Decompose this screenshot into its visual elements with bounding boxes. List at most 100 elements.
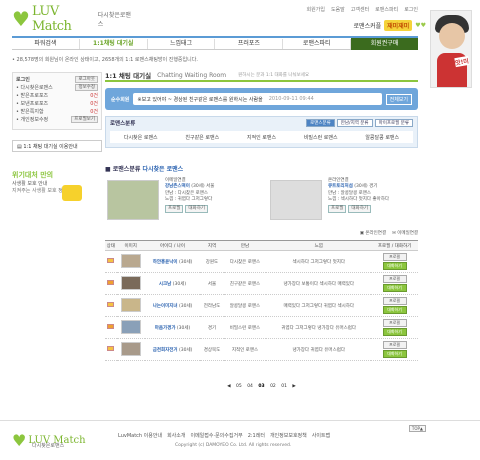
profile-button[interactable]: 프로필 bbox=[328, 205, 347, 214]
member-thumb[interactable] bbox=[120, 275, 141, 290]
chat-guide-link[interactable]: ▤ 1:1 채팅 대기실 이용안내 bbox=[12, 140, 102, 152]
member-thumb[interactable] bbox=[120, 297, 141, 312]
sidebar-line-0[interactable]: • 다시찾은로맨스 bbox=[16, 84, 53, 92]
nav-power-search[interactable]: 파워검색 bbox=[12, 38, 80, 49]
table-row[interactable]: 마음가경가 (30세) 경기 비밀스런 로맨스 귀엽다 그저그렇다 냉가장다 유… bbox=[105, 316, 418, 339]
category-item[interactable]: 지적인 로맨스 bbox=[247, 134, 276, 141]
sidebar-line-1[interactable]: • 받은프로포즈 bbox=[16, 92, 48, 100]
nav-membership[interactable]: 회원권구매 bbox=[351, 37, 418, 50]
member-nick[interactable]: 나는이미지녀 bbox=[153, 304, 178, 309]
table-row[interactable]: 나는이미지녀 (30세) 전라남도 알콩달콩 로맨스 매력있다 그저그렇다 귀엽… bbox=[105, 294, 418, 317]
live-message: ※보고 있어야 ~ 경상된 친구같은 로맨스를 원하시는 사람을 bbox=[137, 96, 263, 103]
section-heading: ■ 로맨스분류 다시찾은 로맨스 bbox=[105, 164, 183, 173]
profile-photo[interactable] bbox=[107, 180, 159, 220]
sidebar-line-3[interactable]: • 받은쪽지함 bbox=[16, 108, 44, 116]
profile-button[interactable]: 프로필 bbox=[382, 341, 407, 349]
section-square-icon: ■ bbox=[105, 166, 113, 173]
promo-banner[interactable]: 로맨스커플 재미재미 ♥♥ bbox=[354, 20, 426, 31]
live-more-button[interactable]: 전체보기 bbox=[385, 93, 412, 105]
member-table: 상태 이미지 아이디 / 나이 지역 만남 느낌 프로필 / 대화하기 하얀홍윤… bbox=[105, 240, 418, 361]
sidebar-line-2[interactable]: • 보낸프로포즈 bbox=[16, 100, 48, 108]
member-meet: 지적인 로맨스 bbox=[223, 338, 267, 361]
privacy-promo-small: 지켜주는 사생활 보호 정책 bbox=[12, 188, 68, 194]
prev-page-icon[interactable]: ◀ bbox=[227, 384, 230, 389]
profile-button[interactable]: 프로필 bbox=[382, 275, 407, 283]
top-nav-login[interactable]: 로그인 bbox=[404, 6, 418, 13]
chat-button[interactable]: 대화하기 bbox=[382, 306, 407, 314]
brand-logo[interactable]: ♥ LUV Match 다시찾은로맨스 bbox=[12, 4, 132, 34]
privacy-promo-line: 사생활 보호 안내 bbox=[12, 181, 48, 187]
privacy-promo[interactable]: 위기대처 만의 사생활 보호 안내 지켜주는 사생활 보호 정책 bbox=[12, 170, 102, 210]
nav-propose[interactable]: 프러포즈 bbox=[215, 38, 284, 49]
featured-card[interactable]: 온라인연결 큐트토리처섬 (30세) 경기 만남 : 알콩달콩 로맨스 느낌 :… bbox=[268, 178, 418, 224]
page-link[interactable]: 02 bbox=[270, 384, 276, 389]
category-title: 로맨스분류 bbox=[110, 121, 136, 127]
nav-chat-room[interactable]: 1:1채팅 대기실 bbox=[80, 38, 148, 49]
page-link[interactable]: 01 bbox=[281, 384, 287, 389]
profile-button[interactable]: 프로필 bbox=[382, 297, 407, 305]
card-region: 경기 bbox=[369, 184, 378, 190]
member-age: (30세) bbox=[176, 325, 191, 331]
category-item[interactable]: 알콩달콩 로맨스 bbox=[365, 134, 399, 141]
category-item[interactable]: 친구같은 로맨스 bbox=[185, 134, 219, 141]
tab-meeting-region[interactable]: 만남/지역 분류 bbox=[336, 119, 373, 127]
top-nav-party[interactable]: 로맨스파티 bbox=[375, 6, 398, 13]
next-page-icon[interactable]: ▶ bbox=[292, 384, 295, 389]
profile-button[interactable]: 프로필 bbox=[165, 205, 184, 214]
page-link[interactable]: 04 bbox=[247, 384, 253, 389]
nav-party[interactable]: 로맨스파티 bbox=[283, 38, 352, 49]
top-nav-help[interactable]: 도움말 bbox=[331, 6, 345, 13]
category-item[interactable]: 비밀스런 로맨스 bbox=[304, 134, 338, 141]
profile-photo[interactable] bbox=[270, 180, 322, 220]
back-to-top-button[interactable]: TOP▲ bbox=[408, 425, 426, 432]
view-profile-button[interactable]: 프로필보기 bbox=[71, 116, 98, 123]
table-row[interactable]: 시크남 (30세) 서울 친구같은 로맨스 냉가장다 보통이다 섹시하다 매력있… bbox=[105, 272, 418, 295]
member-thumb[interactable] bbox=[120, 253, 141, 268]
table-row[interactable]: 금천회자전거 (30세) 경상북도 지적인 로맨스 냉가장다 귀엽다 유머스럽다… bbox=[105, 338, 418, 361]
live-message-box[interactable]: ※보고 있어야 ~ 경상된 친구같은 로맨스를 원하시는 사람을 2010-09… bbox=[133, 93, 382, 105]
chat-button[interactable]: 대화하기 bbox=[382, 284, 407, 292]
live-time: 2010-09-11 09:44 bbox=[268, 96, 314, 102]
profile-button[interactable]: 프로필 bbox=[382, 253, 407, 261]
member-nick[interactable]: 하얀홍윤낙이 bbox=[153, 260, 178, 265]
top-nav-support[interactable]: 고객센터 bbox=[351, 6, 369, 13]
tab-romance[interactable]: 로맨스분류 bbox=[306, 119, 335, 127]
edit-profile-button[interactable]: 정보수정 bbox=[75, 84, 98, 91]
member-thumb[interactable] bbox=[120, 319, 141, 334]
tab-my-profile[interactable]: 마이프로필 분류 bbox=[374, 119, 413, 127]
online-status-icon bbox=[107, 302, 115, 307]
member-nick[interactable]: 금천회자전거 bbox=[153, 348, 178, 353]
chat-button[interactable]: 대화하기 bbox=[348, 205, 371, 214]
category-item[interactable]: 다시찾은 로맨스 bbox=[124, 134, 158, 141]
section-sub: 다시찾은 로맨스 bbox=[142, 166, 184, 173]
footer-logo[interactable]: ♥ LUV Match 다시찾은로맨스 bbox=[12, 428, 122, 452]
page-link[interactable]: 05 bbox=[236, 384, 242, 389]
chat-button[interactable]: 대화하기 bbox=[382, 328, 407, 336]
logout-button[interactable]: 로그아웃 bbox=[75, 76, 98, 83]
footer-link[interactable]: 회사소개 bbox=[167, 432, 185, 439]
card-nick[interactable]: 큐트토리처섬 bbox=[328, 184, 353, 189]
table-row[interactable]: 하얀홍윤낙이 (30세) 강원도 다시찾은 로맨스 섹시하다 그저그렇다 멋지다… bbox=[105, 250, 418, 273]
sidebar-line-4[interactable]: • 개인정보수정 bbox=[16, 116, 48, 124]
footer-link[interactable]: 개인정보보호정책 bbox=[270, 432, 307, 439]
nav-feel-tag[interactable]: 느낌태그 bbox=[148, 38, 216, 49]
member-nick[interactable]: 시크남 bbox=[159, 282, 171, 287]
top-nav-join[interactable]: 회원가입 bbox=[307, 6, 325, 13]
footer-link[interactable]: 2:1레터 bbox=[248, 432, 265, 439]
featured-cards: 이메일연결 강남츤스떡이 (30세) 서울 만남 : 다시찾은 로맨스 느낌 :… bbox=[105, 178, 418, 226]
card-nick[interactable]: 강남츤스떡이 bbox=[165, 184, 190, 189]
footer-link[interactable]: 사이트맵 bbox=[312, 432, 330, 439]
member-nick[interactable]: 마음가경가 bbox=[155, 326, 176, 331]
member-thumb[interactable] bbox=[120, 341, 141, 356]
featured-card[interactable]: 이메일연결 강남츤스떡이 (30세) 서울 만남 : 다시찾은 로맨스 느낌 :… bbox=[105, 178, 255, 224]
chat-button[interactable]: 대화하기 bbox=[185, 205, 208, 214]
heart-logo-icon: ♥ bbox=[12, 7, 30, 31]
profile-button[interactable]: 프로필 bbox=[382, 319, 407, 327]
chat-button[interactable]: 대화하기 bbox=[382, 350, 407, 358]
footer-link[interactable]: LuvMatch 이용안내 bbox=[118, 432, 162, 439]
page-link-current[interactable]: 03 bbox=[258, 384, 264, 389]
chat-button[interactable]: 대화하기 bbox=[382, 262, 407, 270]
footer-link[interactable]: 이메일접수·문의수집거부 bbox=[190, 432, 242, 439]
card-age: (30세) bbox=[354, 184, 368, 190]
member-age: (30세) bbox=[172, 281, 187, 287]
